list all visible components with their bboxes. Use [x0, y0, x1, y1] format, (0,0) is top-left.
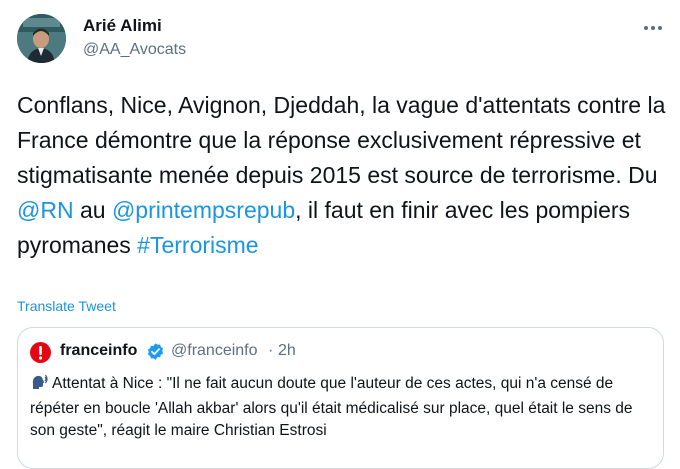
mention-link-rn[interactable]: @RN: [17, 197, 74, 223]
quoted-author-handle[interactable]: @franceinfo: [171, 342, 258, 360]
more-options-icon[interactable]: [641, 20, 665, 36]
separator-dot: ·: [268, 342, 274, 359]
profile-photo: [17, 14, 66, 63]
tweet-text-segment: au: [73, 197, 112, 223]
author-handle[interactable]: @AA_Avocats: [83, 41, 186, 59]
quoted-author-name[interactable]: franceinfo: [60, 342, 137, 360]
author-name[interactable]: Arié Alimi: [83, 16, 162, 36]
quoted-tweet-card[interactable]: franceinfo @franceinfo · 2h Attentat à N…: [17, 327, 664, 469]
quoted-timestamp[interactable]: 2h: [278, 342, 296, 360]
verified-badge-icon: [146, 342, 165, 361]
hashtag-link-terrorisme[interactable]: #Terrorisme: [137, 232, 258, 258]
translate-tweet-link[interactable]: Translate Tweet: [17, 298, 116, 314]
quoted-tweet-text: Attentat à Nice : "Il ne fait aucun dout…: [30, 373, 655, 442]
author-avatar[interactable]: [17, 14, 66, 63]
tweet-text: Conflans, Nice, Avignon, Djeddah, la vag…: [17, 88, 672, 263]
tweet-text-segment: Conflans, Nice, Avignon, Djeddah, la vag…: [17, 92, 666, 188]
mention-link-printempsrepub[interactable]: @printempsrepub: [112, 197, 295, 223]
franceinfo-logo-icon: [30, 342, 51, 363]
quoted-tweet-body: Attentat à Nice : "Il ne fait aucun dout…: [30, 375, 633, 439]
speaking-head-icon: [30, 373, 48, 398]
